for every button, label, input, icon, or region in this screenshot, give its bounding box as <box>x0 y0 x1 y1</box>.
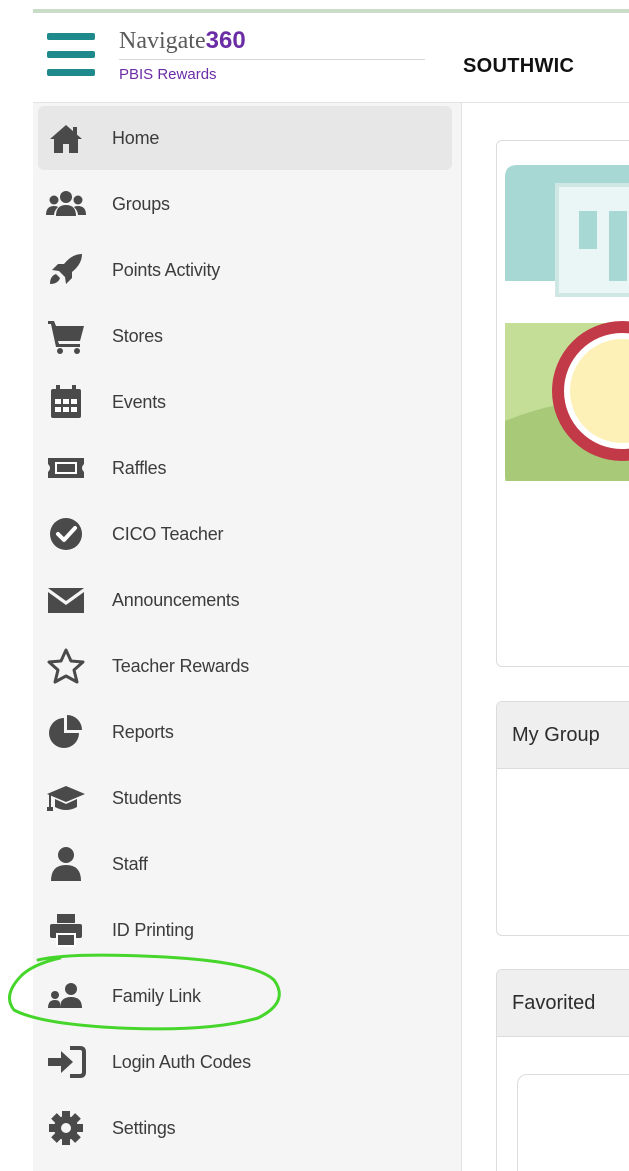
calendar-icon <box>46 384 86 420</box>
users-icon <box>46 186 86 222</box>
gear-icon <box>46 1110 86 1146</box>
sidebar-item-label: Points Activity <box>112 260 221 280</box>
sidebar-item-label: CICO Teacher <box>112 524 224 544</box>
favorite-item-tile[interactable] <box>517 1074 629 1171</box>
sidebar-item-label: Groups <box>112 194 170 214</box>
rocket-icon <box>46 252 86 288</box>
sidebar-item-label: Teacher Rewards <box>112 656 250 676</box>
cart-icon <box>46 318 86 354</box>
sidebar-item-label: Raffles <box>112 458 167 478</box>
sidebar-item-label: Staff <box>112 854 148 874</box>
sidebar-item-points-activity[interactable]: Points Activity <box>38 238 452 302</box>
printer-icon <box>46 912 86 948</box>
card-header: Favorited <box>497 970 629 1037</box>
sidebar-item-label: ID Printing <box>112 920 194 940</box>
check-circle-icon <box>46 516 86 552</box>
sidebar-item-events[interactable]: Events <box>38 370 452 434</box>
hamburger-menu-icon[interactable] <box>47 33 95 77</box>
sidebar-item-stores[interactable]: Stores <box>38 304 452 368</box>
card-title: Favorited <box>512 992 596 1014</box>
sidebar-item-label: Login Auth Codes <box>112 1052 251 1072</box>
sidebar-nav: Home Groups Points Activity Stores Event… <box>33 103 462 1171</box>
school-illustration <box>505 165 629 481</box>
app-frame: Navigate360 PBIS Rewards SOUTHWIC Home G… <box>33 0 629 1171</box>
main-content: My Group Favorited <box>463 103 629 1171</box>
my-groups-card: My Group <box>496 701 629 936</box>
sidebar-item-label: Events <box>112 392 166 412</box>
family-icon <box>46 978 86 1014</box>
sidebar-item-teacher-rewards[interactable]: Teacher Rewards <box>38 634 452 698</box>
sidebar-item-groups[interactable]: Groups <box>38 172 452 236</box>
person-icon <box>46 846 86 882</box>
header: Navigate360 PBIS Rewards SOUTHWIC <box>33 13 629 103</box>
sidebar-item-label: Home <box>112 128 160 148</box>
sidebar-item-id-printing[interactable]: ID Printing <box>38 898 452 962</box>
school-name: SOUTHWIC <box>463 55 575 77</box>
home-icon <box>46 120 86 156</box>
brand-divider <box>119 59 425 60</box>
star-icon <box>46 648 86 684</box>
sidebar-item-reports[interactable]: Reports <box>38 700 452 764</box>
brand-logo[interactable]: Navigate360 PBIS Rewards <box>119 27 429 83</box>
sidebar-item-label: Settings <box>112 1118 176 1138</box>
sign-in-icon <box>46 1044 86 1080</box>
brand-name: Navigate360 <box>119 27 246 54</box>
sidebar-item-family-link[interactable]: Family Link <box>38 964 452 1028</box>
sidebar-item-label: Students <box>112 788 182 808</box>
card-title: My Group <box>512 724 600 746</box>
sidebar-item-label: Stores <box>112 326 163 346</box>
pie-chart-icon <box>46 714 86 750</box>
welcome-card <box>496 140 629 667</box>
brand-subtitle: PBIS Rewards <box>119 66 217 83</box>
sidebar-item-label: Reports <box>112 722 174 742</box>
favorites-card: Favorited <box>496 969 629 1171</box>
graduation-cap-icon <box>46 780 86 816</box>
sidebar-item-settings[interactable]: Settings <box>38 1096 452 1160</box>
ticket-icon <box>46 450 86 486</box>
sidebar-item-students[interactable]: Students <box>38 766 452 830</box>
card-header: My Group <box>497 702 629 769</box>
sidebar-item-label: Announcements <box>112 590 240 610</box>
sidebar-item-cico-teacher[interactable]: CICO Teacher <box>38 502 452 566</box>
envelope-icon <box>46 582 86 618</box>
sidebar-item-login-auth-codes[interactable]: Login Auth Codes <box>38 1030 452 1094</box>
sidebar-item-raffles[interactable]: Raffles <box>38 436 452 500</box>
sidebar-item-label: Family Link <box>112 986 201 1006</box>
sidebar-item-staff[interactable]: Staff <box>38 832 452 896</box>
sidebar-item-home[interactable]: Home <box>38 106 452 170</box>
sidebar-item-announcements[interactable]: Announcements <box>38 568 452 632</box>
